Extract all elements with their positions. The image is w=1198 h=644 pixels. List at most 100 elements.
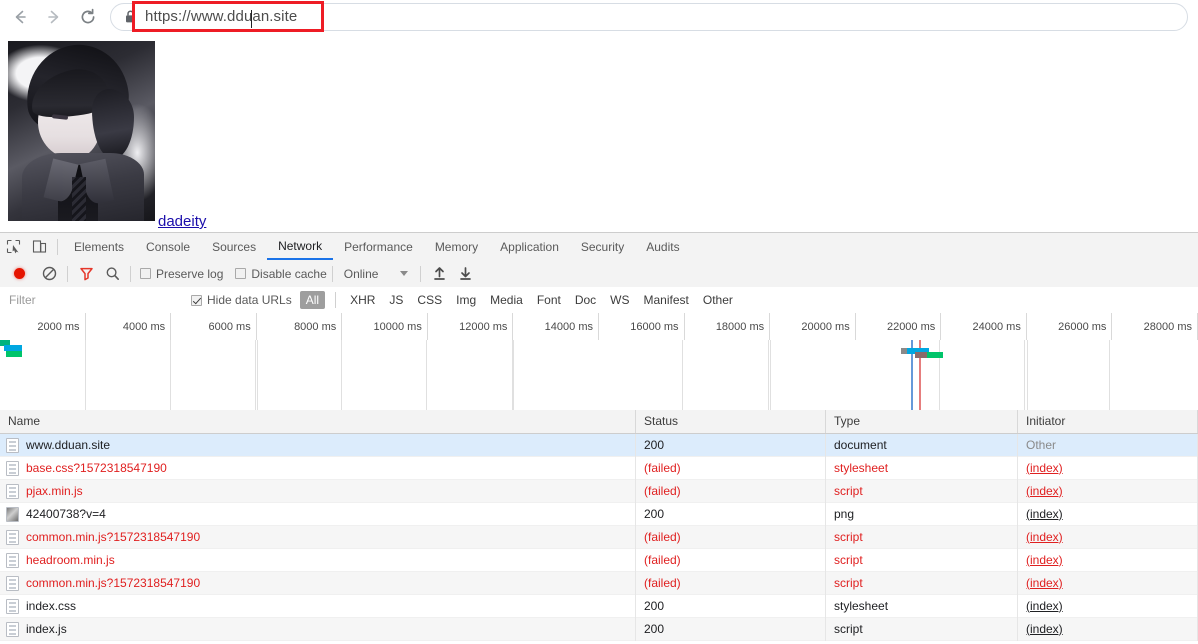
record-stop-icon[interactable] [6,261,32,287]
tab-console[interactable]: Console [135,233,201,260]
browser-window: https://www.dduan.site dadeity Tags Arch… [0,0,1198,644]
filter-input[interactable] [7,289,191,311]
throttle-dropdown[interactable]: Online [344,267,409,281]
page-viewport: dadeity Tags Archives Links [0,33,1198,232]
omnibox-container: https://www.dduan.site [110,0,1188,32]
timeline-tick: 2000 ms [0,313,86,340]
initiator-link[interactable]: (index) [1026,553,1063,567]
tab-memory[interactable]: Memory [424,233,489,260]
tab-audits[interactable]: Audits [635,233,690,260]
toolbar-divider-3 [130,265,131,282]
column-header-initiator[interactable]: Initiator [1018,410,1198,433]
cell-initiator[interactable]: (index) [1018,594,1198,618]
overview-gridline [170,340,171,410]
cell-status: 200 [636,594,826,618]
timeline-tick: 22000 ms [856,313,942,340]
column-header-name[interactable]: Name [0,410,636,433]
cell-type: stylesheet [826,456,1018,480]
timeline-tick: 28000 ms [1112,313,1198,340]
inspect-element-icon[interactable] [0,234,26,260]
initiator-link[interactable]: (index) [1026,507,1063,521]
initiator-link[interactable]: (index) [1026,576,1063,590]
table-row[interactable]: common.min.js?1572318547190 (failed) scrip… [0,525,1198,549]
network-overview-graph[interactable] [0,340,1198,411]
hide-data-urls-label: Hide data URLs [207,293,292,307]
device-toolbar-icon[interactable] [26,234,52,260]
text-caret [251,9,252,28]
browser-toolbar: https://www.dduan.site [0,0,1198,34]
type-filter-font[interactable]: Font [531,291,567,309]
preserve-log-checkbox[interactable]: Preserve log [140,267,223,281]
image-icon [6,506,19,522]
overview-gridline [426,340,427,410]
import-har-icon[interactable] [426,261,452,287]
type-filter-all[interactable]: All [299,291,326,309]
filter-funnel-icon[interactable] [73,261,99,287]
tab-performance[interactable]: Performance [333,233,424,260]
tab-security[interactable]: Security [570,233,635,260]
cell-type: stylesheet [826,594,1018,618]
back-button[interactable] [6,3,34,31]
timeline-tick: 6000 ms [171,313,257,340]
overview-gridline [85,340,86,410]
type-filter-doc[interactable]: Doc [569,291,602,309]
cell-initiator[interactable]: (index) [1018,479,1198,503]
type-filter-js[interactable]: JS [383,291,409,309]
initiator-link[interactable]: (index) [1026,622,1063,636]
cell-status: 200 [636,502,826,526]
initiator-link[interactable]: (index) [1026,599,1063,613]
type-filter-css[interactable]: CSS [411,291,448,309]
type-filter-other[interactable]: Other [697,291,739,309]
timeline-tick: 18000 ms [685,313,771,340]
cell-initiator[interactable]: (index) [1018,617,1198,641]
type-filter-ws[interactable]: WS [604,291,635,309]
site-title-link[interactable]: dadeity [158,213,206,230]
overview-request-band [6,351,22,357]
table-row[interactable]: pjax.min.js (failed) script (index) [0,479,1198,503]
overview-gridline [1024,340,1025,410]
type-filter-img[interactable]: Img [450,291,482,309]
column-header-status[interactable]: Status [636,410,826,433]
table-row[interactable]: common.min.js?1572318547190 (failed) scrip… [0,571,1198,595]
cell-initiator[interactable]: (index) [1018,525,1198,549]
table-row[interactable]: www.dduan.site 200 document Other [0,433,1198,457]
timeline-tick: 14000 ms [513,313,599,340]
column-header-type[interactable]: Type [826,410,1018,433]
cell-name: base.css?1572318547190 [0,456,636,480]
request-name: common.min.js?1572318547190 [26,529,201,544]
cell-initiator[interactable]: (index) [1018,456,1198,480]
table-row[interactable]: index.css 200 stylesheet (index) [0,594,1198,618]
overview-gridline [939,340,940,410]
cell-status: (failed) [636,456,826,480]
type-filter-xhr[interactable]: XHR [344,291,381,309]
initiator-link[interactable]: (index) [1026,461,1063,475]
devtools-tabbar: Elements Console Sources Network Perform… [0,233,1198,261]
export-har-icon[interactable] [452,261,478,287]
search-icon[interactable] [99,261,125,287]
request-name: common.min.js?1572318547190 [26,575,201,590]
tab-sources[interactable]: Sources [201,233,267,260]
cell-initiator[interactable]: (index) [1018,571,1198,595]
cell-initiator[interactable]: (index) [1018,548,1198,572]
table-row[interactable]: index.js 200 script (index) [0,617,1198,641]
clear-no-entry-icon[interactable] [36,261,62,287]
disable-cache-checkbox[interactable]: Disable cache [235,267,327,281]
table-row[interactable]: headroom.min.js (failed) script (index) [0,548,1198,572]
type-filter-manifest[interactable]: Manifest [638,291,695,309]
cell-status: 200 [636,617,826,641]
tab-network[interactable]: Network [267,233,334,260]
initiator-link[interactable]: (index) [1026,530,1063,544]
overview-gridline [257,340,258,410]
tab-application[interactable]: Application [489,233,570,260]
table-row[interactable]: 42400738?v=4 200 png (index) [0,502,1198,526]
table-row[interactable]: base.css?1572318547190 (failed) stylesheet… [0,456,1198,480]
reload-button[interactable] [74,3,102,31]
hide-data-urls-checkbox[interactable]: Hide data URLs [191,293,292,307]
cell-initiator[interactable]: (index) [1018,502,1198,526]
hide-data-urls-box [191,294,202,306]
initiator-link[interactable]: (index) [1026,484,1063,498]
type-filter-media[interactable]: Media [484,291,529,309]
network-filterbar: Hide data URLs All XHR JS CSS Img Media … [0,287,1198,314]
forward-button[interactable] [40,3,68,31]
tab-elements[interactable]: Elements [63,233,135,260]
